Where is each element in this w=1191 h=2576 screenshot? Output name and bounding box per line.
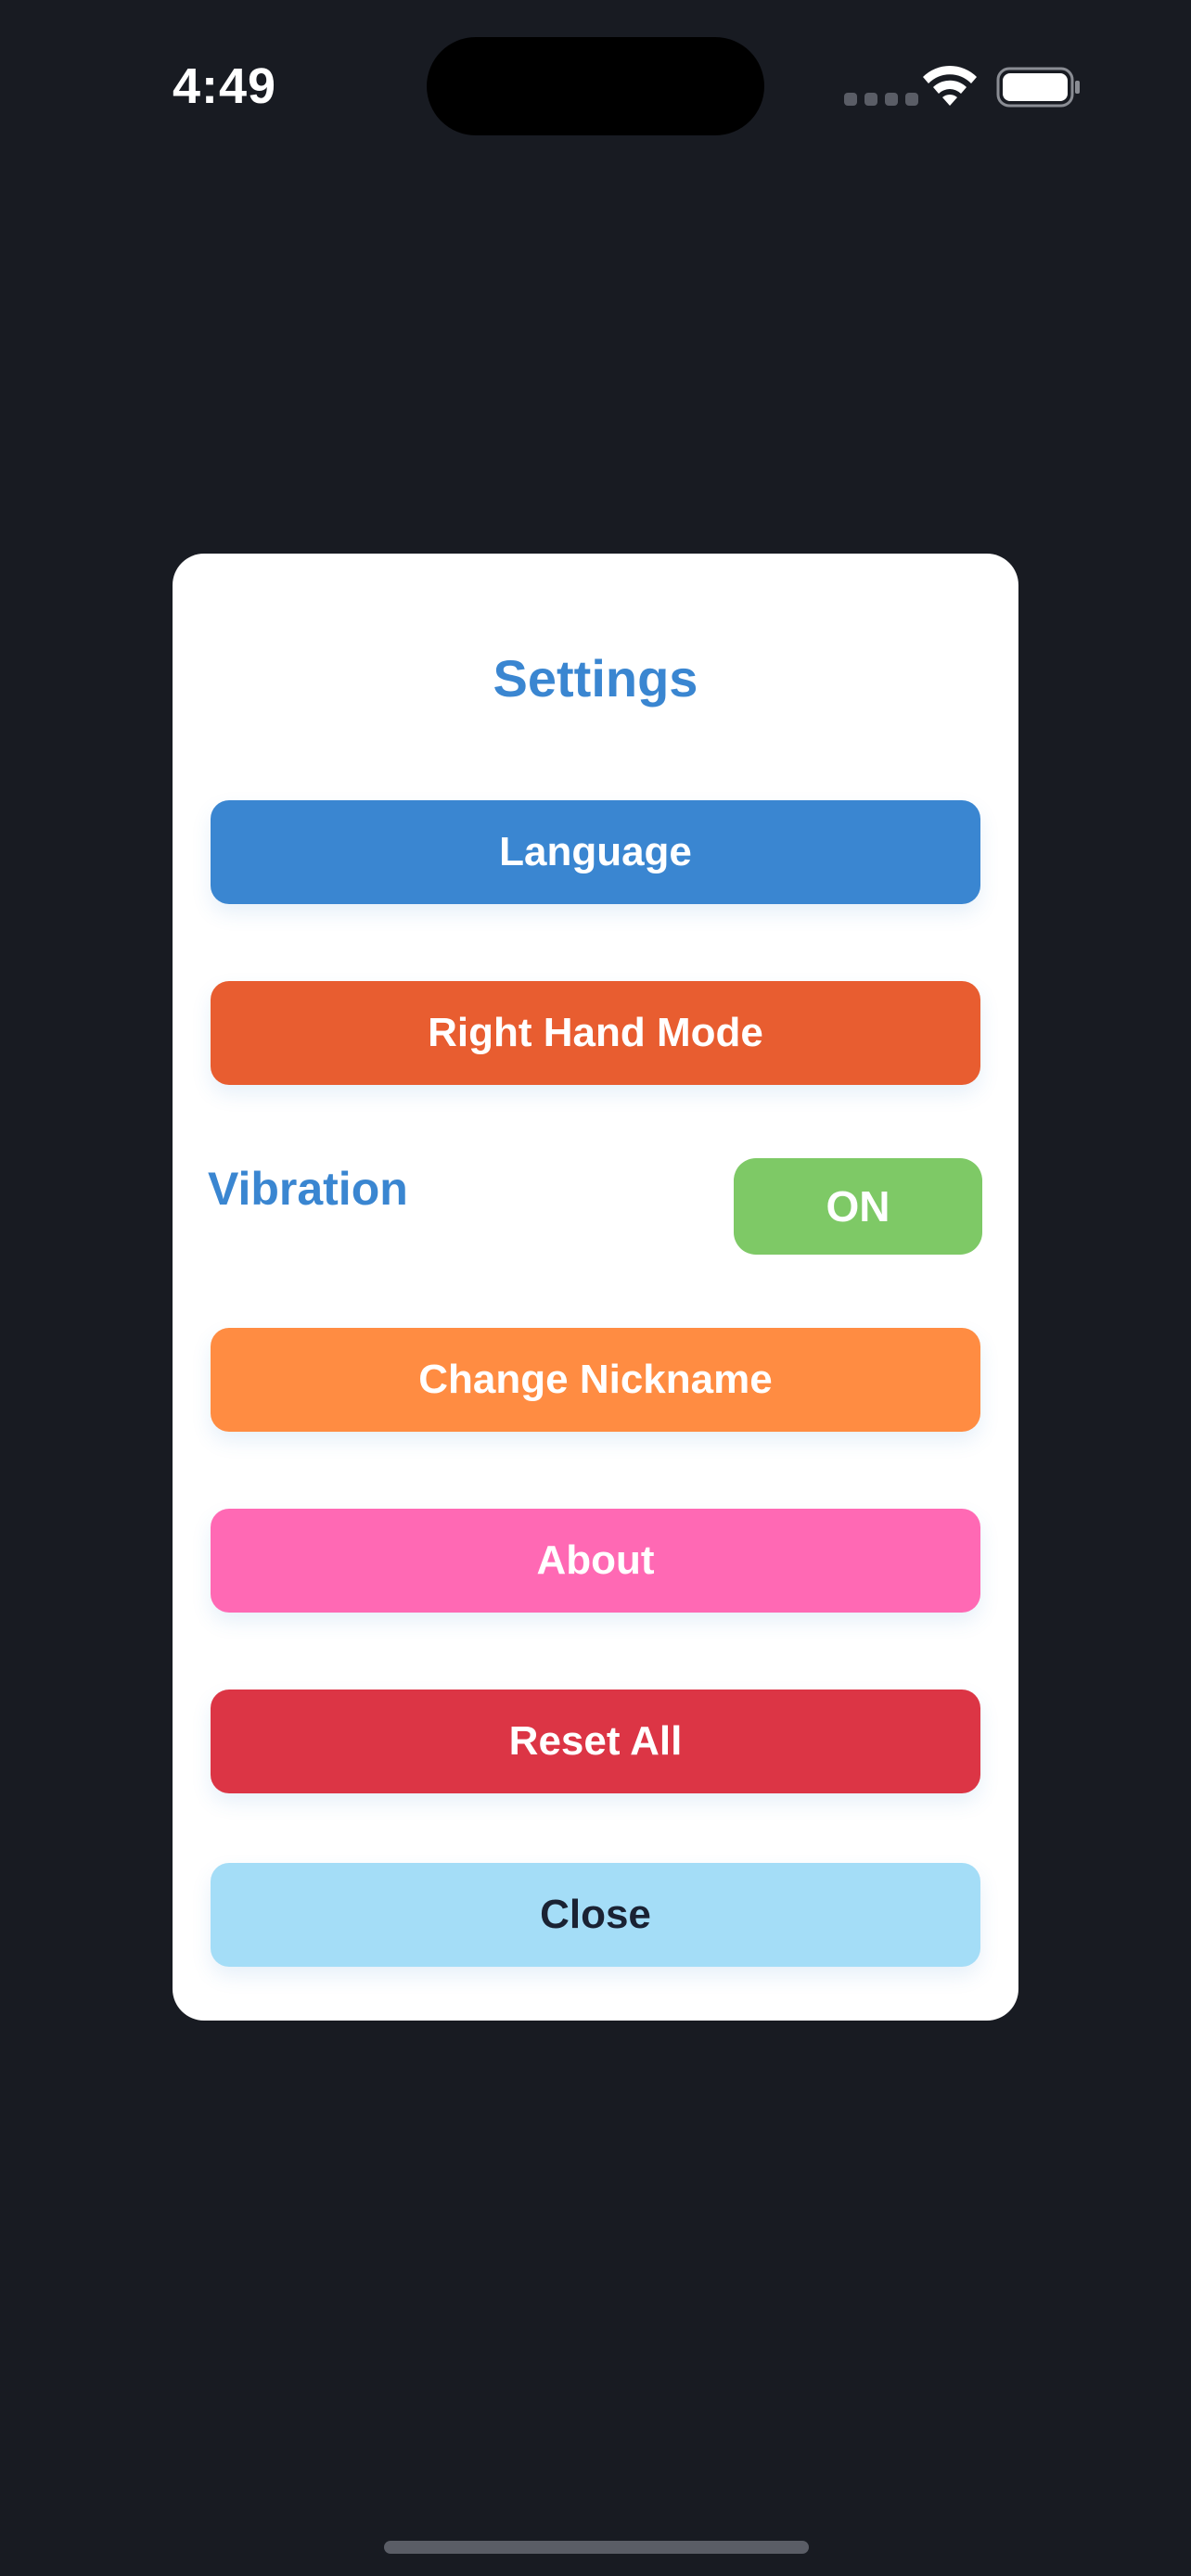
status-time: 4:49 [173, 58, 277, 114]
about-button[interactable]: About [211, 1509, 980, 1613]
home-indicator [384, 2541, 809, 2554]
vibration-toggle[interactable]: ON [734, 1158, 982, 1255]
wifi-icon [923, 65, 977, 106]
cellular-signal-icon [844, 93, 918, 106]
close-button[interactable]: Close [211, 1863, 980, 1967]
reset-all-button[interactable]: Reset All [211, 1690, 980, 1793]
dialog-title: Settings [493, 649, 698, 708]
dynamic-island [427, 37, 764, 135]
right-hand-mode-button[interactable]: Right Hand Mode [211, 981, 980, 1085]
language-button[interactable]: Language [211, 800, 980, 904]
settings-dialog: Settings Language Right Hand Mode Vibrat… [173, 554, 1018, 2021]
battery-icon [996, 67, 1080, 108]
vibration-label: Vibration [208, 1163, 408, 1215]
change-nickname-button[interactable]: Change Nickname [211, 1328, 980, 1432]
status-bar: 4:49 [0, 0, 1191, 176]
